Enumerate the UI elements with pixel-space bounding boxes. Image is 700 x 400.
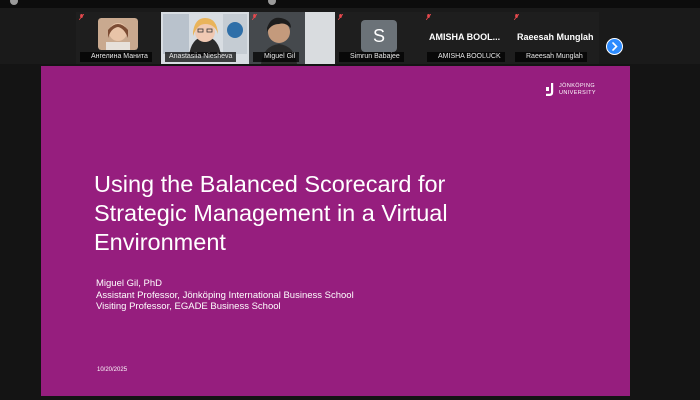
participant-gallery: Ангелина Манита Anastasiia Niesheva Migu… [0, 8, 700, 64]
participant-name: Ангелина Манита [80, 52, 152, 62]
participant-display-name: Raeesah Munglah [517, 32, 594, 42]
participant-name: AMISHA BOOLUCK [427, 52, 505, 62]
mic-muted-icon [252, 14, 257, 20]
participant-name: Simrun Babajee [339, 52, 404, 62]
slide-date: 10/20/2025 [97, 367, 128, 373]
participant-tile[interactable]: S Simrun Babajee [335, 12, 423, 64]
mic-muted-icon [426, 14, 431, 20]
author-line: Miguel Gil, PhD [96, 278, 162, 289]
next-page-button[interactable] [606, 38, 623, 55]
participant-name: Raeesah Munglah [515, 52, 587, 62]
participant-photo [98, 18, 138, 50]
participant-tile-active-speaker[interactable]: Anastasiia Niesheva [161, 12, 249, 64]
author-line: Assistant Professor, Jönköping Internati… [96, 289, 354, 301]
author-line: Visiting Professor, EGADE Business Schoo… [96, 301, 281, 312]
chevron-right-icon [612, 42, 618, 51]
participant-tile[interactable]: Ангелина Манита [76, 12, 160, 64]
slide-title-line: Using the Balanced Scorecard for [94, 171, 446, 197]
mic-muted-icon [514, 14, 519, 20]
participant-initial-avatar: S [361, 20, 397, 52]
logo-text-line: JÖNKÖPING [559, 83, 595, 89]
window-dot [10, 0, 18, 5]
participant-display-name: AMISHA BOOL... [429, 32, 501, 42]
logo-text-line: UNIVERSITY [559, 90, 597, 96]
participant-name: Anastasiia Niesheva [165, 52, 237, 62]
participant-tile[interactable]: AMISHA BOOL... AMISHA BOOLUCK [423, 12, 511, 64]
slide-author-block: Miguel Gil, PhD Assistant Professor, Jön… [96, 278, 354, 313]
top-strip [0, 0, 700, 8]
shared-screen-slide: JÖNKÖPING UNIVERSITY Using the Balanced … [41, 66, 630, 396]
university-logo: JÖNKÖPING UNIVERSITY [545, 82, 605, 98]
participant-name: Miguel Gil [253, 52, 300, 62]
mic-muted-icon [79, 14, 84, 20]
mic-muted-icon [338, 14, 343, 20]
slide-title-line: Environment [94, 229, 226, 255]
participant-tile[interactable]: Miguel Gil [249, 12, 335, 64]
slide-title-line: Strategic Management in a Virtual [94, 200, 448, 226]
window-dot [268, 0, 276, 5]
participant-tile[interactable]: Raeesah Munglah Raeesah Munglah [511, 12, 599, 64]
university-logo-mark [546, 83, 554, 96]
slide-title: Using the Balanced Scorecard for Strateg… [94, 170, 564, 257]
